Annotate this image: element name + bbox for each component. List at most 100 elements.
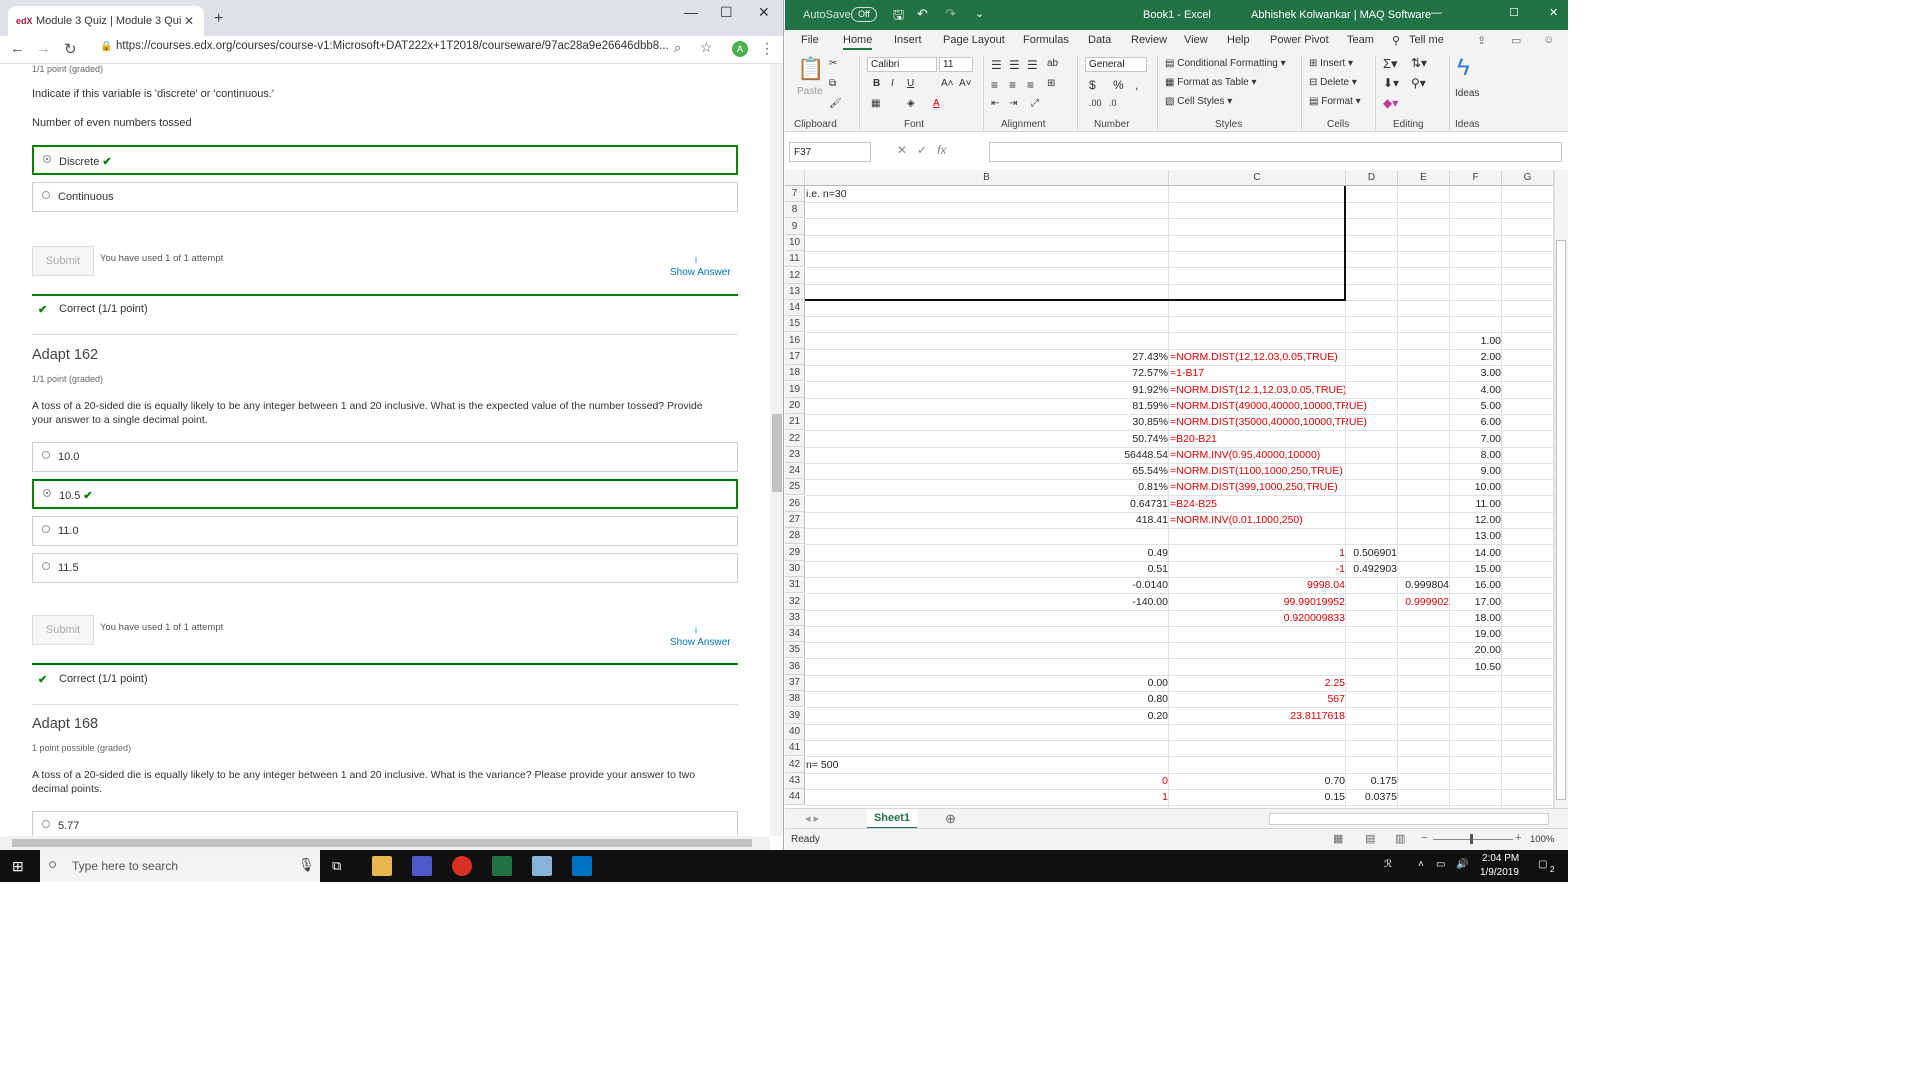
redo-icon[interactable]: ↷ [945, 6, 956, 22]
cell-B25[interactable]: 0.81% [805, 479, 1169, 495]
row-header[interactable]: 43 [785, 772, 805, 789]
cell-C20[interactable]: =NORM.DIST(49000,40000,10000,TRUE) [1169, 398, 1367, 414]
format-cells-button[interactable]: ▤ Format ▾ [1309, 96, 1361, 107]
row-header[interactable]: 36 [785, 658, 805, 675]
select-all-corner[interactable] [785, 170, 805, 186]
back-icon[interactable]: ← [10, 40, 25, 57]
cell-B24[interactable]: 65.54% [805, 463, 1169, 479]
cell-F24[interactable]: 9.00 [1450, 463, 1502, 479]
cell-B42[interactable]: n= 500 [805, 757, 1169, 773]
cell-F26[interactable]: 11.00 [1450, 496, 1502, 512]
cell-F30[interactable]: 15.00 [1450, 561, 1502, 577]
column-header[interactable]: G [1502, 170, 1554, 186]
align-right-icon[interactable]: ≡ [1027, 78, 1034, 92]
row-header[interactable]: 17 [785, 349, 805, 365]
grow-font-icon[interactable]: A˄ [941, 78, 954, 89]
conditional-formatting-button[interactable]: ▤ Conditional Formatting ▾ [1165, 58, 1286, 69]
cell-B18[interactable]: 72.57% [805, 365, 1169, 381]
tray-chevron-icon[interactable]: ˄ [1418, 859, 1424, 870]
row-header[interactable]: 37 [785, 675, 805, 691]
cell-F25[interactable]: 10.00 [1450, 479, 1502, 495]
notification-icon[interactable]: ▢ [1538, 859, 1547, 870]
fx-icon[interactable]: fx [937, 143, 946, 157]
cell-B17[interactable]: 27.43% [805, 349, 1169, 365]
align-middle-icon[interactable]: ☰ [1009, 58, 1020, 72]
cell-E32[interactable]: 0.999902 [1398, 594, 1450, 610]
formula-input[interactable] [989, 142, 1562, 162]
scroll-thumb[interactable] [12, 839, 752, 847]
minimize-icon[interactable]: — [684, 4, 698, 20]
align-top-icon[interactable]: ☰ [991, 58, 1002, 72]
volume-icon[interactable]: 🔊 [1456, 859, 1468, 870]
network-icon[interactable]: ▭ [1436, 859, 1445, 870]
maximize-icon[interactable]: ☐ [1509, 6, 1519, 19]
tab-home[interactable]: Home [843, 34, 873, 50]
cell-C21[interactable]: =NORM.DIST(35000,40000,10000,TRUE) [1169, 414, 1367, 430]
cell-F29[interactable]: 14.00 [1450, 545, 1502, 561]
orientation-icon[interactable]: ⤢ [1031, 98, 1039, 109]
cell-B22[interactable]: 50.74% [805, 431, 1169, 447]
cell-F34[interactable]: 19.00 [1450, 626, 1502, 642]
task-view-icon[interactable]: ⧉ [332, 858, 341, 874]
tab-file[interactable]: File [801, 34, 819, 46]
teams-icon[interactable] [412, 856, 432, 876]
cell-B37[interactable]: 0.00 [805, 675, 1169, 691]
decrease-indent-icon[interactable]: ⇤ [991, 98, 999, 109]
row-header[interactable]: 44 [785, 789, 805, 806]
tab-team[interactable]: Team [1347, 34, 1374, 46]
row-header[interactable]: 38 [785, 691, 805, 708]
increase-decimal-icon[interactable]: .00 [1089, 98, 1102, 108]
cell-C18[interactable]: =1-B17 [1169, 365, 1346, 381]
row-header[interactable]: 39 [785, 707, 805, 724]
row-header[interactable]: 25 [785, 479, 805, 496]
row-header[interactable]: 11 [785, 251, 805, 268]
row-header[interactable]: 29 [785, 544, 805, 561]
row-header[interactable]: 34 [785, 626, 805, 643]
cell-B44[interactable]: 1 [805, 789, 1169, 805]
zoom-icon[interactable]: ⌕ [674, 40, 681, 56]
column-header[interactable]: F [1450, 170, 1502, 186]
radio-selected[interactable] [43, 155, 51, 163]
sheet-nav-icon[interactable]: ◂ ▸ [805, 812, 819, 825]
currency-icon[interactable]: $ [1089, 78, 1096, 92]
cell-C44[interactable]: 0.15 [1169, 789, 1346, 805]
merge-icon[interactable]: ⊞ [1047, 78, 1055, 89]
cell-F22[interactable]: 7.00 [1450, 431, 1502, 447]
cell-C39[interactable]: 23.8117618 [1169, 708, 1346, 724]
submit-button[interactable]: Submit [32, 246, 94, 276]
horizontal-scrollbar[interactable] [1269, 813, 1549, 825]
tab-insert[interactable]: Insert [894, 34, 922, 46]
show-answer-button[interactable]: Show Answer [670, 267, 731, 278]
delete-cells-button[interactable]: ⊟ Delete ▾ [1309, 77, 1357, 88]
wrap-text-icon[interactable]: ab [1047, 58, 1058, 69]
row-header[interactable]: 32 [785, 593, 805, 610]
chrome-icon[interactable] [452, 856, 472, 876]
row-header[interactable]: 35 [785, 642, 805, 659]
zoom-slider-thumb[interactable] [1470, 834, 1473, 844]
option-discrete[interactable]: Discrete ✔ [32, 145, 738, 175]
cell-C37[interactable]: 2.25 [1169, 675, 1346, 691]
autosave-toggle[interactable]: Off [851, 7, 877, 22]
comments-icon[interactable]: ▭ [1511, 34, 1521, 47]
number-format-box[interactable]: General [1085, 57, 1147, 72]
row-header[interactable]: 40 [785, 723, 805, 740]
maximize-icon[interactable]: ☐ [720, 4, 733, 21]
cell-D44[interactable]: 0.0375 [1346, 789, 1398, 805]
row-header[interactable]: 28 [785, 528, 805, 545]
bookmark-star-icon[interactable]: ☆ [700, 39, 713, 56]
add-sheet-icon[interactable]: ⊕ [945, 811, 956, 827]
cell-F31[interactable]: 16.00 [1450, 577, 1502, 593]
row-header[interactable]: 19 [785, 381, 805, 398]
cell-B30[interactable]: 0.51 [805, 561, 1169, 577]
cell-D43[interactable]: 0.175 [1346, 773, 1398, 789]
radio[interactable] [42, 451, 50, 459]
microphone-icon[interactable]: 🎙 [298, 857, 315, 873]
cell-C27[interactable]: =NORM.INV(0.01,1000,250) [1169, 512, 1346, 528]
column-header[interactable]: C [1169, 170, 1346, 186]
tab-view[interactable]: View [1184, 34, 1208, 46]
row-header[interactable]: 26 [785, 495, 805, 512]
cell-B32[interactable]: -140.00 [805, 594, 1169, 610]
fill-icon[interactable]: ⬇▾ [1383, 76, 1399, 90]
cell-C32[interactable]: 99.99019952 [1169, 594, 1346, 610]
ideas-label[interactable]: Ideas [1455, 88, 1479, 99]
